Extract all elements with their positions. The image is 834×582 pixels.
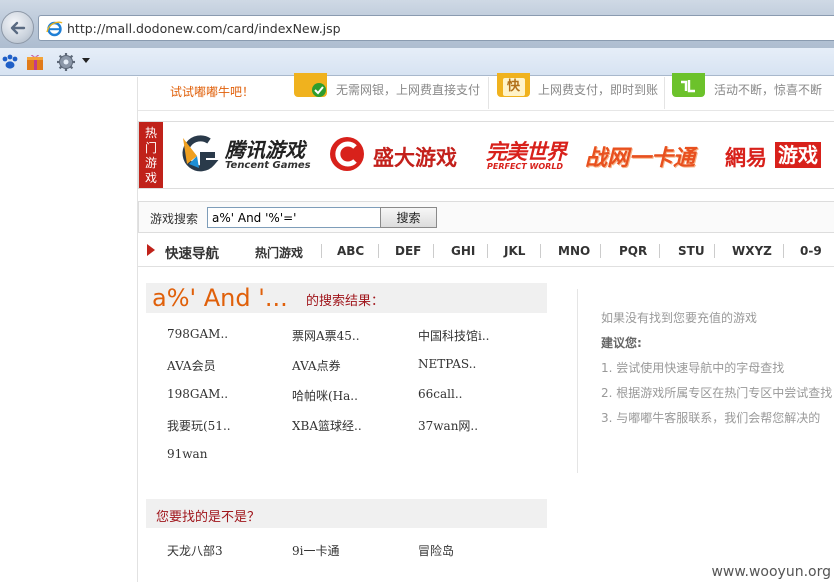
search-results-label: 的搜索结果： (306, 294, 385, 309)
nav-separator (659, 244, 660, 258)
gear-icon[interactable] (56, 52, 76, 72)
nav-separator (378, 244, 379, 258)
perfect-world-logo[interactable]: 完美世界 PERFECT WORLD (486, 132, 567, 176)
nav-pqr[interactable]: PQR (619, 244, 647, 258)
netease-a: 網易 (725, 146, 767, 170)
suggestion-item[interactable]: 天龙八部3 (167, 542, 223, 559)
result-item[interactable]: 票网A票45.. (292, 327, 360, 344)
nav-abc[interactable]: ABC (337, 244, 364, 258)
battlenet-card-logo[interactable]: 战网一卡通 (585, 132, 713, 176)
promo-text-2: 上网费支付，即时到账 (538, 83, 659, 97)
promo-try-text[interactable]: 试试嘟嘟牛吧！ (170, 83, 254, 100)
suggestion-item[interactable]: 9i一卡通 (292, 542, 339, 559)
shanda-games-logo[interactable]: 盛大游戏 (329, 132, 469, 176)
netease-games-logo[interactable]: 網易 游戏 (725, 132, 833, 176)
search-query-display: a%' And '... (152, 284, 288, 312)
result-item[interactable]: 37wan网.. (418, 417, 478, 434)
search-results-header: a%' And '... 的搜索结果： (146, 283, 547, 313)
tencent-cn: 腾讯游戏 (225, 138, 305, 162)
chevron-down-icon[interactable] (82, 58, 90, 63)
search-label: 游戏搜索 (150, 212, 199, 226)
nav-0-9[interactable]: 0-9 (800, 244, 822, 258)
back-button[interactable] (1, 11, 34, 44)
nav-def[interactable]: DEF (395, 244, 421, 258)
nav-separator (540, 244, 541, 258)
did-you-mean-header: 您要找的是不是？ (146, 499, 547, 528)
nav-separator (487, 244, 488, 258)
hot-zone-char: 门 (144, 141, 157, 155)
quick-nav-title: 快速导航 (165, 246, 219, 262)
result-item[interactable]: 66call.. (418, 387, 462, 401)
game-search-bar: 游戏搜索 搜索 (138, 201, 834, 233)
nav-hot-games[interactable]: 热门游戏 (255, 244, 303, 261)
promo-badge-3 (672, 73, 705, 97)
hot-zone-char: 戏 (144, 171, 157, 185)
column-divider (577, 289, 578, 473)
result-item[interactable]: AVA点券 (292, 357, 341, 374)
search-button[interactable]: 搜索 (380, 207, 437, 228)
netease-b: 游戏 (775, 142, 821, 168)
nav-separator (783, 244, 784, 258)
promo-text-3: 活动不断，惊喜不断 (714, 83, 823, 97)
ie-icon (46, 21, 63, 37)
perfect-en: PERFECT WORLD (487, 162, 564, 171)
promo-badge-2: 快 (497, 73, 530, 97)
result-item[interactable]: 我要玩(51.. (167, 417, 231, 434)
zhanwang-cn: 战网一卡通 (585, 146, 696, 171)
promo-strip: 试试嘟嘟牛吧！ 无需网银，上网费直接支付 快 上网费支付，即时到账 活动不断，惊… (138, 73, 834, 111)
result-item[interactable]: 哈帕咪(Ha.. (292, 387, 358, 404)
nav-wxyz[interactable]: WXYZ (732, 244, 772, 258)
watermark: www.wooyun.org (711, 564, 831, 580)
help-tip: 1. 尝试使用快速导航中的字母查找 (601, 361, 785, 375)
suggestion-item[interactable]: 冒险岛 (418, 542, 454, 559)
nav-jkl[interactable]: JKL (504, 244, 525, 258)
page-content: 试试嘟嘟牛吧！ 无需网银，上网费直接支付 快 上网费支付，即时到账 活动不断，惊… (0, 73, 834, 582)
promo-divider (664, 77, 665, 109)
nav-separator (321, 244, 322, 258)
back-arrow-icon (10, 21, 26, 35)
hot-zone-char: 热 (144, 126, 157, 140)
address-bar[interactable]: http://mall.dodonew.com/card/indexNew.js… (38, 15, 834, 41)
result-item[interactable]: 91wan (167, 447, 207, 461)
help-suggest-title: 建议您: (601, 336, 642, 350)
shanda-logo-icon (330, 137, 364, 171)
shanda-cn: 盛大游戏 (373, 146, 457, 170)
tencent-logo-icon (182, 135, 219, 172)
gift-icon[interactable] (25, 52, 45, 72)
did-you-mean-title: 您要找的是不是？ (156, 510, 261, 525)
promo-divider (488, 77, 489, 109)
check-icon (312, 83, 326, 97)
hot-games-brands: 热 门 游 戏 腾讯游戏 Tencent Games 盛大游戏 完美世界 PER… (138, 121, 834, 189)
tencent-games-logo[interactable]: 腾讯游戏 Tencent Games (179, 132, 311, 176)
nav-stu[interactable]: STU (678, 244, 705, 258)
nav-separator (714, 244, 715, 258)
help-not-found: 如果没有找到您要充值的游戏 (601, 311, 758, 325)
promo-badge-char: 快 (502, 78, 525, 96)
hot-games-tab[interactable]: 热 门 游 戏 (139, 122, 163, 188)
arrow-right-icon (147, 244, 155, 256)
promo-text-1: 无需网银，上网费直接支付 (336, 83, 481, 97)
url-text: http://mall.dodonew.com/card/indexNew.js… (67, 21, 341, 36)
nav-ghi[interactable]: GHI (451, 244, 475, 258)
nav-separator (600, 244, 601, 258)
result-item[interactable]: 中国科技馆i.. (418, 327, 489, 344)
result-item[interactable]: NETPAS.. (418, 357, 476, 371)
paw-icon[interactable] (0, 52, 20, 72)
nav-mno[interactable]: MNO (558, 244, 590, 258)
promo-badge-1 (294, 73, 327, 97)
result-item[interactable]: XBA篮球经.. (292, 417, 362, 434)
browser-titlebar: http://mall.dodonew.com/card/indexNew.js… (0, 0, 834, 48)
help-tip: 3. 与嘟嘟牛客服联系，我们会帮您解决的 (601, 411, 821, 425)
tencent-en: Tencent Games (225, 160, 311, 171)
gift-small-icon (681, 80, 695, 93)
quick-nav: 快速导航 热门游戏 ABC DEF GHI JKL MNO PQR STU WX… (138, 235, 834, 267)
search-input[interactable] (207, 207, 381, 228)
result-item[interactable]: 198GAM.. (167, 387, 228, 401)
result-item[interactable]: AVA会员 (167, 357, 216, 374)
browser-toolbar (0, 48, 834, 76)
result-item[interactable]: 798GAM.. (167, 327, 228, 341)
hot-zone-char: 游 (144, 156, 157, 170)
help-tip: 2. 根据游戏所属专区在热门专区中尝试查找 (601, 386, 833, 400)
nav-separator (433, 244, 434, 258)
